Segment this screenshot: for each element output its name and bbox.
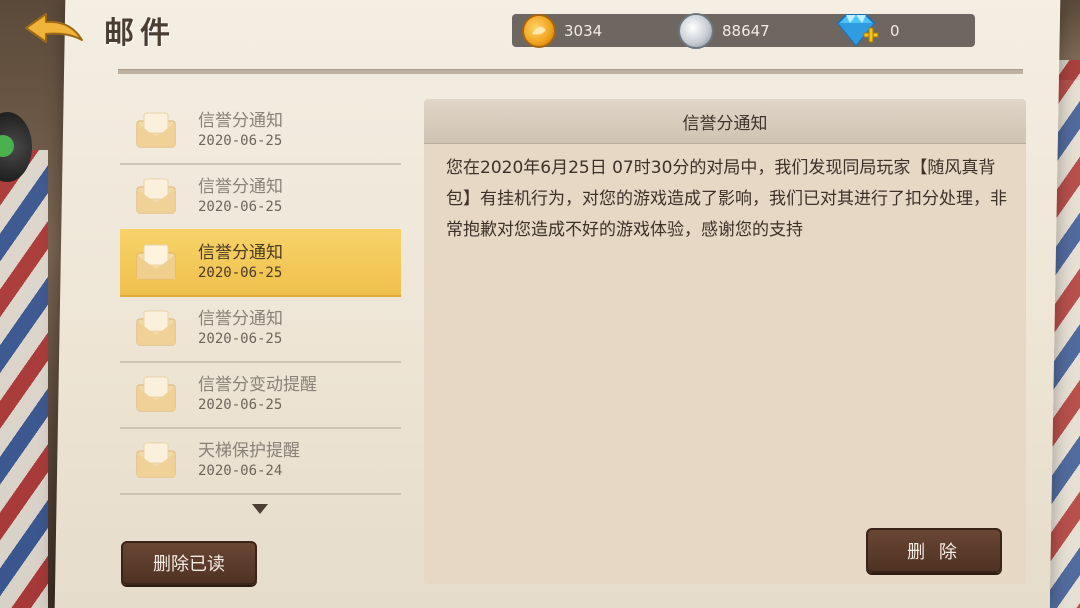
silver-coin-icon bbox=[678, 12, 714, 49]
mail-title: 信誉分通知 bbox=[198, 111, 283, 131]
mail-title: 信誉分通知 bbox=[198, 177, 283, 197]
envelope-icon bbox=[136, 376, 176, 412]
silver-currency: 88647 bbox=[678, 12, 770, 49]
diamond-currency[interactable]: 0 bbox=[834, 13, 900, 49]
currency-bar: 3034 88647 0 bbox=[512, 12, 975, 49]
envelope-icon bbox=[136, 442, 176, 478]
diamond-add-icon[interactable] bbox=[834, 13, 880, 49]
mail-date: 2020-06-25 bbox=[198, 331, 283, 347]
mail-list-item[interactable]: 信誉分通知 2020-06-25 bbox=[120, 295, 401, 363]
delete-read-button[interactable]: 删除已读 bbox=[121, 541, 257, 585]
envelope-icon bbox=[136, 178, 176, 214]
mail-title: 信誉分通知 bbox=[198, 309, 283, 329]
diamond-amount: 0 bbox=[890, 21, 900, 40]
mail-list: 信誉分通知 2020-06-25 信誉分通知 2020-06-25 信誉分通知 … bbox=[120, 97, 401, 497]
scroll-down-icon[interactable] bbox=[252, 504, 268, 514]
mail-date: 2020-06-25 bbox=[198, 133, 283, 149]
back-button[interactable] bbox=[22, 10, 86, 50]
header-divider bbox=[118, 69, 1023, 74]
mail-list-item[interactable]: 信誉分变动提醒 2020-06-25 bbox=[120, 361, 401, 429]
delete-button[interactable]: 删 除 bbox=[866, 528, 1002, 573]
decor-stripes-left bbox=[0, 150, 48, 608]
gold-currency: 3034 bbox=[522, 13, 603, 48]
mail-date: 2020-06-25 bbox=[198, 397, 283, 413]
mail-date: 2020-06-24 bbox=[198, 463, 283, 479]
envelope-icon bbox=[136, 310, 176, 346]
mail-list-item[interactable]: 天梯保护提醒 2020-06-24 bbox=[120, 427, 401, 495]
page-title: 邮件 bbox=[104, 16, 176, 51]
mail-detail-body: 您在2020年6月25日 07时30分的对局中，我们发现同局玩家【随风真背包】有… bbox=[446, 158, 1007, 240]
back-arrow-icon bbox=[25, 13, 83, 43]
mail-title: 信誉分变动提醒 bbox=[198, 375, 317, 395]
gold-amount: 3034 bbox=[564, 21, 603, 40]
mail-title: 天梯保护提醒 bbox=[198, 441, 300, 461]
silver-amount: 88647 bbox=[722, 21, 770, 40]
mail-detail-panel: 信誉分通知 您在2020年6月25日 07时30分的对局中，我们发现同局玩家【随… bbox=[424, 99, 1026, 584]
gold-coin-icon bbox=[522, 13, 556, 48]
mail-detail-title: 信誉分通知 bbox=[424, 99, 1026, 144]
mail-list-item[interactable]: 信誉分通知 2020-06-25 bbox=[120, 97, 401, 165]
mail-list-item-selected[interactable]: 信誉分通知 2020-06-25 bbox=[120, 229, 401, 297]
mail-date: 2020-06-25 bbox=[198, 265, 283, 281]
mail-screen: { "header": { "title": "邮件", "currencies… bbox=[0, 0, 1080, 608]
mail-title: 信誉分通知 bbox=[198, 243, 283, 263]
envelope-icon bbox=[136, 244, 176, 280]
envelope-icon bbox=[136, 112, 176, 148]
mail-list-item[interactable]: 信誉分通知 2020-06-25 bbox=[120, 163, 401, 231]
mail-date: 2020-06-25 bbox=[198, 199, 283, 215]
